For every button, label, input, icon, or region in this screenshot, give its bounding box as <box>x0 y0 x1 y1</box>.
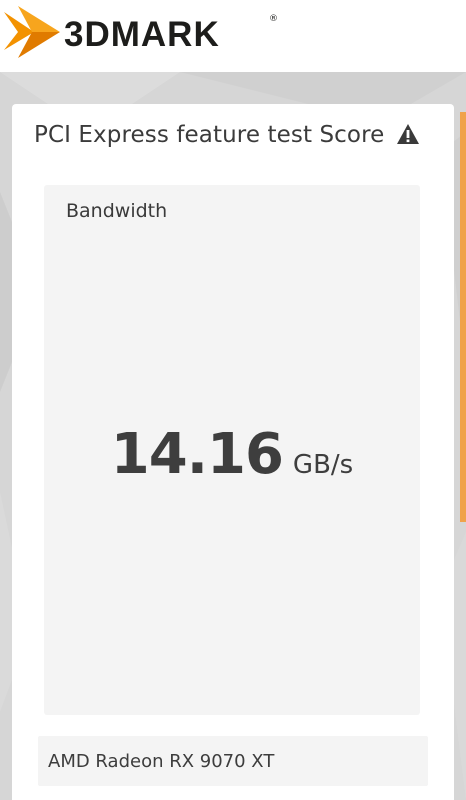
score-display: 14.16 GB/s <box>44 422 420 487</box>
score-value: 14.16 <box>110 422 284 487</box>
bandwidth-panel: Bandwidth 14.16 GB/s <box>44 185 420 715</box>
warning-triangle-icon[interactable] <box>396 123 420 145</box>
svg-text:3DMARK: 3DMARK <box>64 15 220 54</box>
device-row: AMD Radeon RX 9070 XT <box>38 736 428 786</box>
score-unit: GB/s <box>292 450 354 480</box>
3dmark-logo: 3DMARK ® <box>4 6 278 58</box>
page: 3DMARK ® PCI Express feature test Score … <box>0 0 466 800</box>
result-label: Bandwidth <box>66 200 168 222</box>
svg-text:®: ® <box>269 14 278 24</box>
device-name: AMD Radeon RX 9070 XT <box>48 751 275 772</box>
header: 3DMARK ® <box>0 0 466 72</box>
card-title: PCI Express feature test Score <box>34 122 385 148</box>
accent-edge <box>460 112 466 522</box>
score-card: PCI Express feature test Score Bandwidth… <box>12 104 454 800</box>
